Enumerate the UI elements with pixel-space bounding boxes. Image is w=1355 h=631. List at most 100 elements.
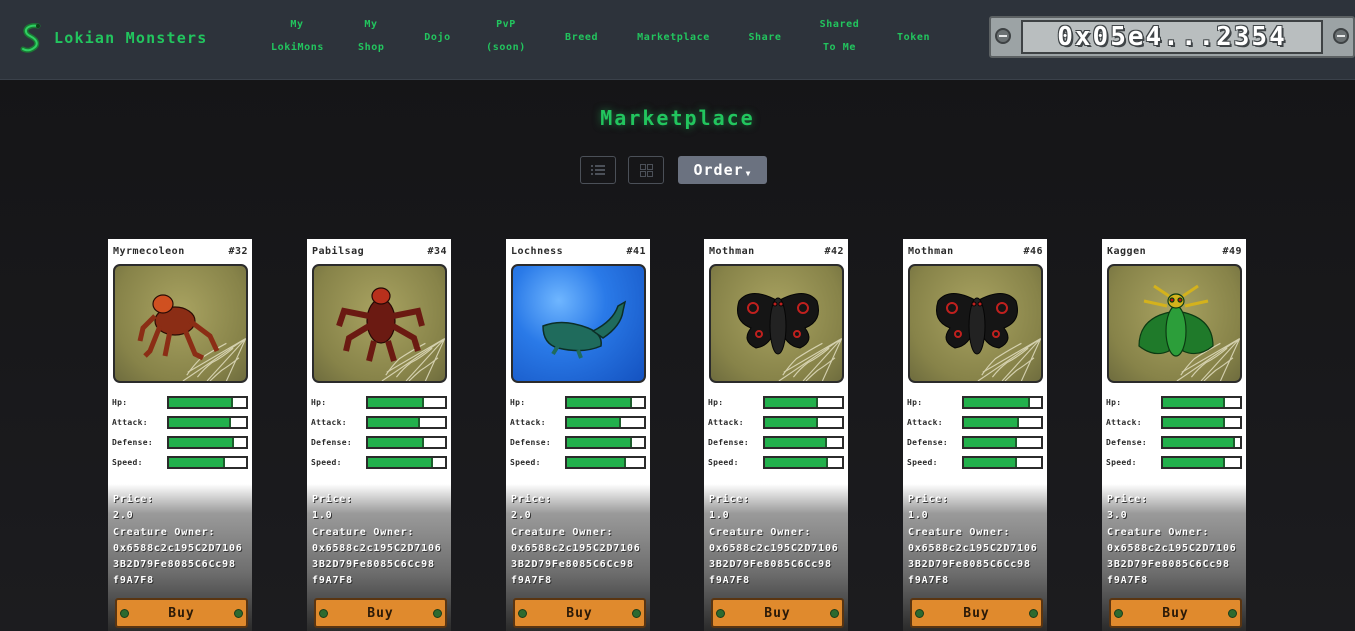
stat-bar-fill — [169, 457, 226, 467]
stat-bar — [565, 395, 646, 409]
monster-name: Mothman — [709, 246, 755, 257]
stat-hp: Hp: — [708, 392, 844, 412]
monster-portrait[interactable] — [908, 264, 1043, 383]
stat-label: Attack: — [112, 417, 148, 427]
nav-item-my-lokimons[interactable]: My LokiMons — [271, 13, 323, 59]
snake-logo-icon — [20, 23, 41, 53]
nav-item-share[interactable]: Share — [748, 26, 782, 49]
buy-label: Buy — [367, 605, 394, 621]
stat-bar-fill — [964, 397, 1031, 407]
nav-item-pvp-soon[interactable]: PvP (soon) — [486, 13, 526, 59]
creature-mantis-image — [1138, 284, 1214, 357]
stat-bar — [167, 415, 248, 429]
monster-id: #49 — [1222, 246, 1242, 257]
stats-block: Hp: Attack: Defense: Speed: — [907, 392, 1043, 472]
monster-name: Kaggen — [1107, 246, 1147, 257]
bolt-icon — [995, 28, 1011, 44]
buy-label: Buy — [1162, 605, 1189, 621]
stat-defense: Defense: — [112, 432, 248, 452]
stat-attack: Attack: — [510, 412, 646, 432]
card-header: Kaggen #49 — [1107, 246, 1242, 257]
buy-button[interactable]: Buy — [1109, 598, 1242, 628]
stat-bar-fill — [567, 437, 632, 447]
stat-bar — [1161, 435, 1242, 449]
monster-card[interactable]: Lochness #41 Hp: Attack: Defense: Speed: Price… — [506, 239, 650, 631]
stat-defense: Defense: — [311, 432, 447, 452]
owner-address: 0x6588c2c195C2D7106 3B2D79Fe8085C6Cc98 f… — [113, 542, 243, 587]
stat-defense: Defense: — [510, 432, 646, 452]
stat-speed: Speed: — [510, 452, 646, 472]
wallet-address-button[interactable]: 0x05e4...2354 — [989, 16, 1355, 58]
price-label: Price: — [1107, 494, 1148, 505]
nav-item-my-shop[interactable]: My Shop — [358, 13, 384, 59]
owner-address: 0x6588c2c195C2D7106 3B2D79Fe8085C6Cc98 f… — [511, 542, 641, 587]
stat-bar — [962, 415, 1043, 429]
stat-label: Speed: — [112, 457, 143, 467]
stat-bar-fill — [567, 417, 621, 427]
stat-bar-fill — [368, 397, 425, 407]
price-value: 1.0 — [312, 510, 333, 522]
nav-item-marketplace[interactable]: Marketplace — [637, 26, 710, 49]
order-dropdown[interactable]: Order ▼ — [678, 156, 767, 184]
list-view-button[interactable] — [580, 156, 616, 184]
stat-label: Attack: — [708, 417, 744, 427]
monster-id: #46 — [1023, 246, 1043, 257]
card-header: Lochness #41 — [511, 246, 646, 257]
stat-label: Defense: — [510, 437, 551, 447]
stat-bar — [962, 395, 1043, 409]
stat-speed: Speed: — [708, 452, 844, 472]
monster-card[interactable]: Mothman #46 Hp: Attack: Defense: Speed: Price:… — [903, 239, 1047, 631]
stat-bar — [1161, 415, 1242, 429]
buy-button[interactable]: Buy — [910, 598, 1043, 628]
stat-bar — [565, 455, 646, 469]
stat-bar — [366, 455, 447, 469]
stat-label: Speed: — [708, 457, 739, 467]
stat-label: Attack: — [1106, 417, 1142, 427]
creature-nessie-image — [542, 300, 627, 359]
rivet-icon — [433, 609, 442, 618]
stat-hp: Hp: — [1106, 392, 1242, 412]
creature-moth-image — [936, 293, 1018, 355]
monster-card[interactable]: Pabilsag #34 Hp: Attack: Defense: Speed: Price… — [307, 239, 451, 631]
stat-label: Speed: — [907, 457, 938, 467]
buy-label: Buy — [566, 605, 593, 621]
buy-button[interactable]: Buy — [513, 598, 646, 628]
nav-item-label: Marketplace — [637, 32, 710, 43]
rivet-icon — [234, 609, 243, 618]
nav-item-dojo[interactable]: Dojo — [424, 26, 451, 49]
stat-attack: Attack: — [311, 412, 447, 432]
nav-item-breed[interactable]: Breed — [565, 26, 598, 49]
nav-item-token[interactable]: Token — [897, 26, 930, 49]
rivet-icon — [1114, 609, 1123, 618]
monster-portrait[interactable] — [511, 264, 646, 383]
monster-card[interactable]: Kaggen #49 Hp: Attack: Defense: Speed: Price: 3… — [1102, 239, 1246, 631]
monster-name: Lochness — [511, 246, 564, 257]
price-label: Price: — [511, 494, 552, 505]
stat-bar — [962, 455, 1043, 469]
monster-card[interactable]: Myrmecoleon #32 Hp: Attack: Defense: Speed: Pr… — [108, 239, 252, 631]
owner-address: 0x6588c2c195C2D7106 3B2D79Fe8085C6Cc98 f… — [908, 542, 1038, 587]
monster-portrait[interactable] — [709, 264, 844, 383]
rivet-icon — [319, 609, 328, 618]
rivet-icon — [915, 609, 924, 618]
stat-bar-fill — [368, 457, 433, 467]
stat-bar-fill — [1163, 437, 1235, 447]
brand-link[interactable]: Lokian Monsters — [18, 22, 207, 54]
grid-view-button[interactable] — [628, 156, 664, 184]
price-label: Price: — [908, 494, 949, 505]
stat-bar-fill — [169, 417, 231, 427]
nav-item-label: Dojo — [424, 32, 451, 43]
buy-button[interactable]: Buy — [314, 598, 447, 628]
stat-bar-fill — [368, 417, 421, 427]
monster-portrait[interactable] — [312, 264, 447, 383]
buy-button[interactable]: Buy — [711, 598, 844, 628]
stat-bar — [366, 435, 447, 449]
monster-card[interactable]: Mothman #42 Hp: Attack: Defense: Speed: Price:… — [704, 239, 848, 631]
nav-item-shared-tome[interactable]: Shared To Me — [817, 13, 862, 59]
nav-item-label: Shared — [819, 19, 860, 30]
monster-portrait[interactable] — [1107, 264, 1242, 383]
buy-button[interactable]: Buy — [115, 598, 248, 628]
nav-item-label: Share — [748, 32, 782, 43]
monster-portrait[interactable] — [113, 264, 248, 383]
page-title: Marketplace — [600, 106, 755, 130]
